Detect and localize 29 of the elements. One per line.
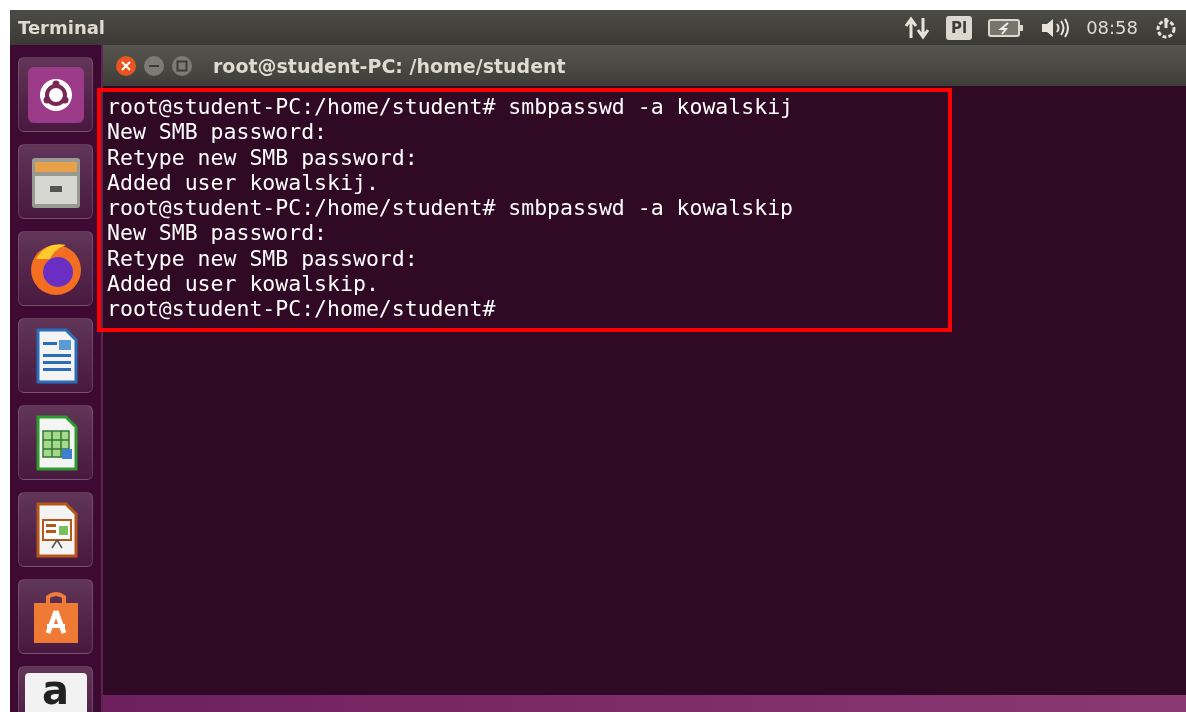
app-title: Terminal [18, 17, 107, 38]
launcher-button[interactable] [18, 231, 93, 306]
launcher-button[interactable] [18, 405, 93, 480]
terminal-line: New SMB password: [107, 119, 329, 145]
launcher-button[interactable] [18, 492, 93, 567]
terminal-line: root@student-PC:/home/student# [107, 296, 497, 322]
network-arrows-icon[interactable] [904, 15, 930, 40]
maximize-icon[interactable] [171, 54, 193, 77]
settings-icon[interactable] [1154, 15, 1178, 40]
logo-letter: a [42, 673, 69, 707]
launcher-button[interactable]: a [18, 666, 93, 712]
terminal-line: Added user kowalskip. [107, 271, 380, 297]
terminal-line: Added user kowalskij. [107, 169, 380, 196]
terminal-line: New SMB password: [107, 220, 329, 246]
battery-icon[interactable] [988, 17, 1025, 38]
keyboard-layout-indicator[interactable]: Pl [946, 15, 973, 40]
window-title: root@student-PC: /home/student [213, 54, 566, 77]
minimize-icon[interactable] [143, 54, 165, 77]
launcher-button[interactable] [18, 144, 93, 219]
launcher-button[interactable] [18, 57, 93, 132]
terminal-line: root@student-PC:/home/student# smbpasswd -a kowalskij [107, 94, 795, 120]
launcher-button[interactable] [18, 579, 93, 654]
terminal-line: root@student-PC:/home/student# smbpasswd -a kowalskip [107, 195, 795, 221]
ubuntu-logo-icon [25, 64, 86, 125]
clock[interactable]: 08:58 [1086, 17, 1138, 38]
terminal-line: Retype new SMB password: [107, 245, 419, 272]
terminal-line: Retype new SMB password: [107, 144, 419, 170]
close-icon[interactable] [115, 54, 137, 77]
launcher-button[interactable] [18, 318, 93, 393]
